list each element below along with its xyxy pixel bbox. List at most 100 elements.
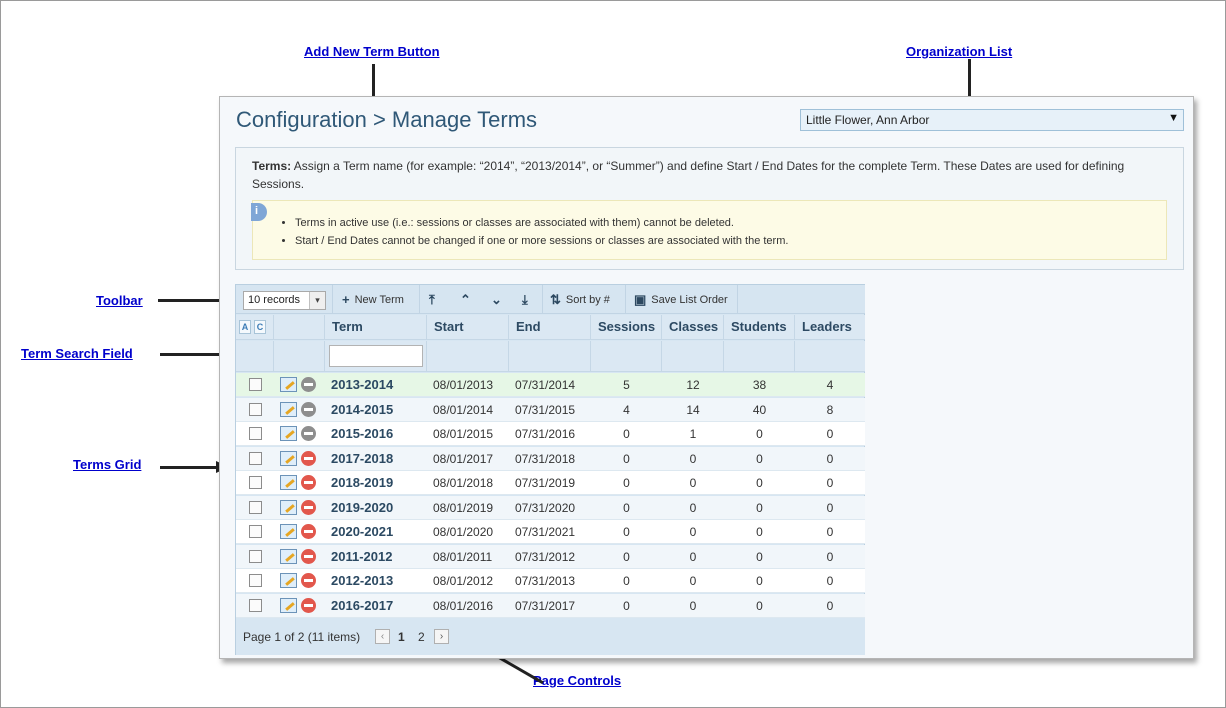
edit-icon[interactable] <box>280 475 297 490</box>
delete-icon[interactable] <box>301 499 316 515</box>
sort-by-label: Sort by # <box>565 293 610 306</box>
term-name[interactable]: 2014-2015 <box>331 398 393 422</box>
select-all-button[interactable]: A <box>239 320 251 334</box>
edit-icon[interactable] <box>280 524 297 539</box>
previous-page-button[interactable]: ‹ <box>375 629 390 644</box>
cell-sessions: 4 <box>623 402 630 417</box>
delete-icon[interactable] <box>301 573 316 588</box>
term-name[interactable]: 2016-2017 <box>331 594 393 618</box>
column-header-sessions[interactable]: Sessions <box>591 315 662 340</box>
filter-cell <box>662 341 724 372</box>
move-up-button[interactable]: ⌃ <box>454 285 477 314</box>
edit-icon[interactable] <box>280 597 297 613</box>
cell-leaders: 0 <box>826 549 834 564</box>
cell-sessions: 5 <box>623 378 630 392</box>
row-checkbox[interactable] <box>249 549 262 563</box>
column-header-end[interactable]: End <box>509 315 591 340</box>
edit-icon[interactable] <box>280 499 297 515</box>
note-list: Terms in active use (i.e.: sessions or c… <box>295 214 788 250</box>
edit-icon[interactable] <box>280 377 297 392</box>
table-row[interactable]: 2011-2012 08/01/2011 07/31/2012 0 0 0 0 <box>236 544 865 569</box>
cell-classes: 0 <box>689 476 697 490</box>
organization-select[interactable]: Little Flower, Ann Arbor ▼ <box>800 109 1184 131</box>
delete-icon[interactable] <box>301 597 316 613</box>
move-bottom-icon: ⤓ <box>522 291 528 307</box>
page-title: Configuration > Manage Terms <box>236 107 538 132</box>
sort-by-number-button[interactable]: ⇅ Sort by # <box>544 285 616 314</box>
table-row[interactable]: 2013-2014 08/01/2013 07/31/2014 5 12 38 4 <box>236 373 865 397</box>
row-checkbox[interactable] <box>249 476 262 489</box>
delete-icon[interactable] <box>301 548 316 564</box>
delete-icon[interactable] <box>301 450 316 466</box>
cell-leaders: 0 <box>826 525 834 539</box>
table-row[interactable]: 2019-2020 08/01/2019 07/31/2020 0 0 0 0 <box>236 495 865 520</box>
table-row[interactable]: 2020-2021 08/01/2020 07/31/2021 0 0 0 0 <box>236 520 865 544</box>
move-to-bottom-button[interactable]: ⤓ <box>516 285 534 314</box>
term-name[interactable]: 2018-2019 <box>331 471 393 495</box>
organization-value: Little Flower, Ann Arbor <box>806 113 930 127</box>
cell-students: 0 <box>756 476 763 490</box>
column-header-term[interactable]: Term <box>325 315 427 340</box>
term-name[interactable]: 2012-2013 <box>331 569 393 593</box>
table-row[interactable]: 2016-2017 08/01/2016 07/31/2017 0 0 0 0 <box>236 593 865 618</box>
delete-icon[interactable] <box>301 475 316 490</box>
move-down-button[interactable]: ⌄ <box>485 285 508 314</box>
cell-start: 08/01/2012 <box>433 574 494 588</box>
new-term-button[interactable]: + New Term <box>336 285 410 314</box>
cell-end: 07/31/2019 <box>515 476 576 490</box>
edit-icon[interactable] <box>280 450 297 466</box>
cell-leaders: 0 <box>826 427 834 441</box>
row-checkbox[interactable] <box>249 598 262 612</box>
term-name[interactable]: 2011-2012 <box>331 545 392 569</box>
annotation-terms-grid: Terms Grid <box>73 457 142 472</box>
row-checkbox[interactable] <box>249 402 262 416</box>
cell-end: 07/31/2013 <box>515 574 576 588</box>
term-name[interactable]: 2013-2014 <box>331 373 393 397</box>
info-box: Terms: Assign a Term name (for example: … <box>235 147 1184 270</box>
term-search-input[interactable] <box>329 345 423 367</box>
row-checkbox[interactable] <box>249 500 262 514</box>
cell-start: 08/01/2020 <box>433 525 494 539</box>
cell-sessions: 0 <box>623 574 630 588</box>
note-item: Start / End Dates cannot be changed if o… <box>295 232 788 250</box>
note-item: Terms in active use (i.e.: sessions or c… <box>295 214 788 232</box>
term-name[interactable]: 2019-2020 <box>331 496 393 520</box>
column-header-start[interactable]: Start <box>427 315 509 340</box>
records-per-page-select[interactable]: 10 records ▾ <box>243 291 326 310</box>
row-checkbox[interactable] <box>249 427 262 440</box>
table-row[interactable]: 2015-2016 08/01/2015 07/31/2016 0 1 0 0 <box>236 422 865 446</box>
cell-start: 08/01/2014 <box>433 402 494 417</box>
clear-all-button[interactable]: C <box>254 320 266 334</box>
page-2-button[interactable]: 2 <box>418 630 425 644</box>
edit-icon[interactable] <box>280 401 297 417</box>
cell-sessions: 0 <box>623 525 630 539</box>
column-header-leaders[interactable]: Leaders <box>795 315 865 340</box>
toolbar-divider <box>332 285 333 314</box>
table-row[interactable]: 2017-2018 08/01/2017 07/31/2018 0 0 0 0 <box>236 446 865 471</box>
row-checkbox[interactable] <box>249 378 262 391</box>
edit-icon[interactable] <box>280 548 297 564</box>
edit-icon[interactable] <box>280 426 297 441</box>
term-name[interactable]: 2015-2016 <box>331 422 393 446</box>
table-row[interactable]: 2018-2019 08/01/2018 07/31/2019 0 0 0 0 <box>236 471 865 495</box>
cell-leaders: 0 <box>826 598 834 613</box>
edit-icon[interactable] <box>280 573 297 588</box>
table-row[interactable]: 2014-2015 08/01/2014 07/31/2015 4 14 40 8 <box>236 397 865 422</box>
row-checkbox[interactable] <box>249 451 262 465</box>
row-checkbox[interactable] <box>249 525 262 538</box>
page-1-button[interactable]: 1 <box>398 630 405 644</box>
term-name[interactable]: 2020-2021 <box>331 520 393 544</box>
delete-icon[interactable] <box>301 524 316 539</box>
column-header-classes[interactable]: Classes <box>662 315 724 340</box>
term-name[interactable]: 2017-2018 <box>331 447 393 471</box>
delete-icon <box>301 426 316 441</box>
save-list-order-button[interactable]: ▣ Save List Order <box>628 285 734 314</box>
row-checkbox[interactable] <box>249 574 262 587</box>
column-header-students[interactable]: Students <box>724 315 795 340</box>
table-row[interactable]: 2012-2013 08/01/2012 07/31/2013 0 0 0 0 <box>236 569 865 593</box>
info-label: Terms: <box>252 159 292 173</box>
cell-leaders: 0 <box>826 500 834 515</box>
cell-classes: 1 <box>689 427 697 441</box>
move-to-top-button[interactable]: ⤒ <box>423 285 441 314</box>
next-page-button[interactable]: › <box>434 629 449 644</box>
